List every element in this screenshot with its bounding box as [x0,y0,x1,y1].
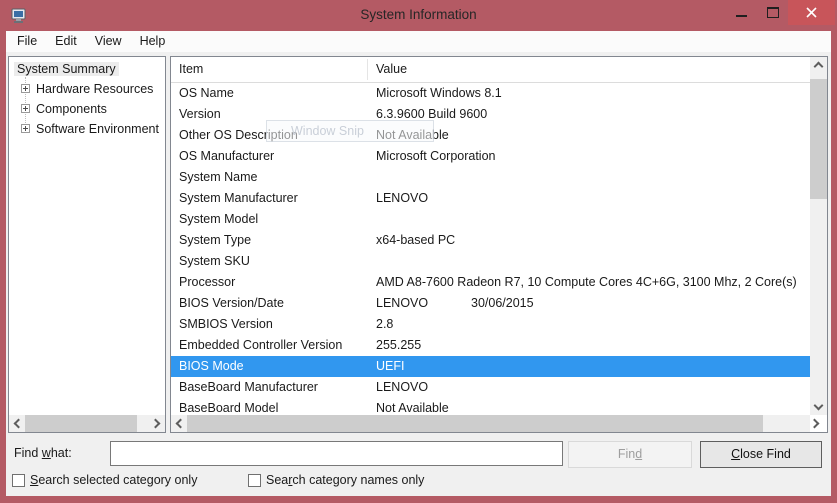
minimize-button[interactable] [726,0,757,25]
row-item: Embedded Controller Version [179,335,342,356]
tree-item-label: System Summary [14,62,119,76]
search-category-names-checkbox-row: Search category names only [248,472,424,488]
row-value: LENOVO [376,293,428,314]
table-row[interactable]: BIOS Mode UEFI [171,356,812,377]
details-panel: Item Value OS NameMicrosoft Windows 8.1V… [170,56,828,433]
search-selected-category-checkbox[interactable] [12,474,25,487]
row-item: Version [179,104,221,125]
menu-item-file[interactable]: File [8,31,46,52]
tree-item-components[interactable]: Components [9,99,165,119]
table-row[interactable]: BIOS Version/Date LENOVO 30/06/2015 [171,293,812,314]
category-tree-panel: System Summary Hardware Resources Componen… [8,56,166,433]
search-category-names-label: Search category names only [266,473,424,487]
table-row[interactable]: System Model [171,209,812,230]
scroll-right-icon[interactable] [807,415,824,432]
row-item: System Name [179,167,258,188]
table-row[interactable]: BaseBoard Model Not Available [171,398,812,415]
row-item: OS Manufacturer [179,146,274,167]
expand-plus-icon[interactable] [21,84,30,93]
search-category-names-checkbox[interactable] [248,474,261,487]
table-row[interactable]: System Name [171,167,812,188]
search-selected-category-label: Search selected category only [30,473,197,487]
table-row[interactable]: OS Name Microsoft Windows 8.1 [171,83,812,104]
find-button[interactable]: Find [568,441,692,468]
close-button[interactable] [788,0,835,25]
table-row[interactable]: SMBIOS Version 2.8 [171,314,812,335]
table-row[interactable]: Processor AMD A8-7600 Radeon R7, 10 Compu… [171,272,812,293]
grid-hscroll-thumb[interactable] [187,415,763,432]
tree-item-software-environment[interactable]: Software Environment [9,119,165,139]
tree-item-system-summary[interactable]: System Summary [9,59,165,79]
row-item: System Model [179,209,258,230]
row-value: LENOVO [376,377,428,398]
column-header-item[interactable]: Item [179,57,203,82]
row-item: BaseBoard Model [179,398,278,415]
tree-hscroll-thumb[interactable] [25,415,137,432]
maximize-button[interactable] [757,0,788,25]
minimize-icon [736,15,747,17]
row-value: Microsoft Windows 8.1 [376,83,502,104]
scroll-left-icon[interactable] [9,415,26,432]
menu-item-view[interactable]: View [86,31,131,52]
row-item: Processor [179,272,235,293]
tree-horizontal-scrollbar[interactable] [9,415,165,432]
tree-item-label: Hardware Resources [33,82,156,96]
row-item: BIOS Version/Date [179,293,284,314]
client-area: System Summary Hardware Resources Componen… [6,52,831,496]
row-item: System Manufacturer [179,188,298,209]
row-value: Microsoft Corporation [376,146,496,167]
row-item: BaseBoard Manufacturer [179,377,318,398]
grid-horizontal-scrollbar[interactable] [171,415,810,432]
scroll-left-icon[interactable] [171,415,188,432]
menu-item-edit[interactable]: Edit [46,31,86,52]
scroll-down-icon[interactable] [810,398,827,415]
maximize-icon [767,7,779,18]
row-value: 2.8 [376,314,393,335]
search-selected-category-checkbox-row: Search selected category only [12,472,197,488]
title-bar[interactable]: System Information [0,0,837,31]
row-value: UEFI [376,356,404,377]
table-row[interactable]: System Manufacturer LENOVO [171,188,812,209]
window-title: System Information [0,0,837,30]
tree-item-hardware-resources[interactable]: Hardware Resources [9,79,165,99]
row-item: System SKU [179,251,250,272]
row-item: System Type [179,230,251,251]
scroll-up-icon[interactable] [810,57,827,74]
table-row[interactable]: BaseBoard Manufacturer LENOVO [171,377,812,398]
table-row[interactable]: OS Manufacturer Microsoft Corporation [171,146,812,167]
grid-vertical-scrollbar[interactable] [810,57,827,415]
table-row[interactable]: System Type x64-based PC [171,230,812,251]
expand-plus-icon[interactable] [21,124,30,133]
category-tree: System Summary Hardware Resources Componen… [9,59,165,415]
tree-item-label: Components [33,102,110,116]
row-value: AMD A8-7600 Radeon R7, 10 Compute Cores … [376,272,797,293]
window-snip-watermark: Window Snip [266,120,434,142]
grid-header: Item Value [171,57,810,83]
expand-plus-icon[interactable] [21,104,30,113]
column-header-value[interactable]: Value [376,57,407,82]
tree-item-label: Software Environment [33,122,162,136]
row-item: BIOS Mode [179,356,244,377]
find-what-label: Find what: [14,441,72,466]
column-separator[interactable] [367,59,368,80]
row-item: OS Name [179,83,234,104]
row-value-2: 30/06/2015 [471,293,534,314]
row-value: x64-based PC [376,230,455,251]
find-input[interactable] [110,441,563,466]
close-find-button[interactable]: Close Find [700,441,822,468]
table-row[interactable]: Embedded Controller Version 255.255 [171,335,812,356]
system-information-window: System Information FileEditViewHelp Syst… [0,0,837,503]
row-value: 255.255 [376,335,421,356]
table-row[interactable]: System SKU [171,251,812,272]
row-value: LENOVO [376,188,428,209]
row-value: Not Available [376,398,449,415]
menu-item-help[interactable]: Help [131,31,175,52]
close-icon [806,7,817,18]
grid-vscroll-thumb[interactable] [810,79,827,199]
scroll-right-icon[interactable] [148,415,165,432]
menu-bar: FileEditViewHelp [6,31,831,52]
row-item: SMBIOS Version [179,314,273,335]
